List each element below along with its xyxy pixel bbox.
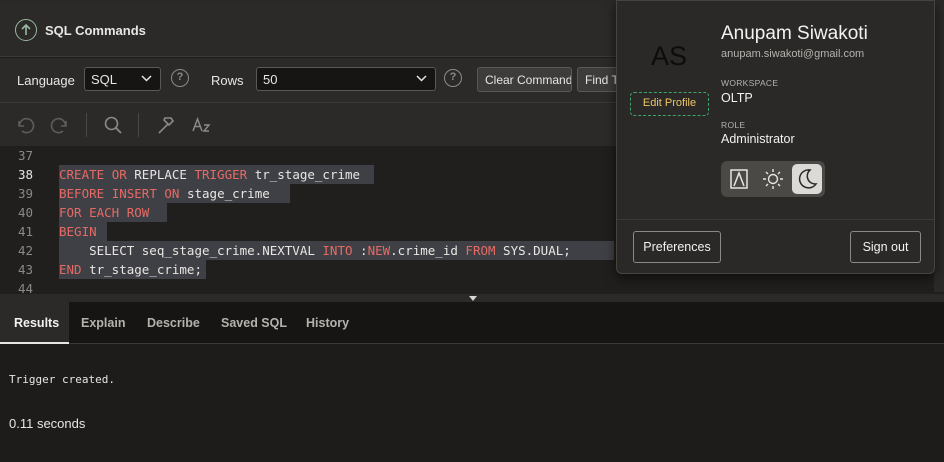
avatar: AS bbox=[651, 41, 688, 71]
results-panel: Trigger created. 0.11 seconds bbox=[0, 344, 944, 462]
line-number: 39 bbox=[17, 186, 33, 201]
line-number: 37 bbox=[17, 148, 33, 163]
language-value: SQL bbox=[91, 72, 118, 87]
edit-profile-button[interactable]: Edit Profile bbox=[630, 92, 709, 116]
rows-help-icon[interactable]: ? bbox=[444, 69, 462, 87]
chevron-down-icon bbox=[141, 72, 152, 87]
results-tabs: Results Explain Describe Saved SQL Histo… bbox=[0, 302, 944, 344]
role-value: Administrator bbox=[721, 132, 795, 146]
line-number: 38 bbox=[17, 167, 33, 182]
theme-switcher bbox=[721, 161, 825, 197]
line-number: 42 bbox=[17, 243, 33, 258]
chevron-down-icon bbox=[416, 72, 427, 87]
line-number: 41 bbox=[17, 224, 33, 239]
code-text: FOR EACH ROW bbox=[59, 205, 150, 220]
toolbar-divider bbox=[86, 113, 87, 137]
page-title: SQL Commands bbox=[45, 23, 146, 38]
moon-icon[interactable] bbox=[792, 164, 822, 194]
tab-history[interactable]: History bbox=[306, 302, 349, 344]
tab-saved-sql[interactable]: Saved SQL bbox=[221, 302, 287, 344]
rows-value: 50 bbox=[263, 72, 278, 87]
popup-divider bbox=[617, 219, 934, 220]
code-text: END tr_stage_crime; bbox=[59, 262, 202, 277]
toolbar-divider bbox=[138, 113, 139, 137]
find-tables-button[interactable]: Find T bbox=[577, 67, 619, 92]
tab-describe[interactable]: Describe bbox=[147, 302, 200, 344]
sun-icon[interactable] bbox=[758, 164, 788, 194]
workspace-value: OLTP bbox=[721, 91, 753, 105]
scrollbar[interactable] bbox=[934, 0, 944, 292]
search-icon[interactable] bbox=[102, 114, 124, 136]
profile-popup: AS Edit Profile Anupam Siwakoti anupam.s… bbox=[616, 0, 935, 274]
rows-select[interactable]: 50 bbox=[256, 67, 436, 91]
result-message: Trigger created. bbox=[9, 373, 115, 386]
role-label: ROLE bbox=[721, 120, 746, 130]
clear-command-button[interactable]: Clear Command bbox=[477, 67, 572, 92]
redo-icon[interactable] bbox=[49, 114, 71, 136]
preferences-button[interactable]: Preferences bbox=[633, 231, 721, 263]
undo-icon[interactable] bbox=[14, 114, 36, 136]
profile-name: Anupam Siwakoti bbox=[721, 23, 868, 44]
pane-splitter[interactable] bbox=[0, 294, 944, 302]
up-arrow-icon[interactable] bbox=[15, 19, 37, 41]
line-number: 40 bbox=[17, 205, 33, 220]
code-text: CREATE OR REPLACE TRIGGER tr_stage_crime bbox=[59, 167, 361, 182]
language-select[interactable]: SQL bbox=[84, 67, 161, 91]
contrast-icon[interactable] bbox=[724, 164, 754, 194]
code-text: BEGIN bbox=[59, 224, 97, 239]
language-help-icon[interactable]: ? bbox=[171, 69, 189, 87]
rows-label: Rows bbox=[211, 73, 244, 88]
code-text: BEFORE INSERT ON stage_crime bbox=[59, 186, 270, 201]
tab-results[interactable]: Results bbox=[0, 302, 69, 344]
tab-explain[interactable]: Explain bbox=[81, 302, 125, 344]
line-number: 43 bbox=[17, 262, 33, 277]
code-text: SELECT seq_stage_crime.NEXTVAL INTO :NEW… bbox=[59, 243, 571, 258]
text-case-icon[interactable] bbox=[191, 114, 213, 136]
language-label: Language bbox=[17, 73, 75, 88]
hammer-icon[interactable] bbox=[155, 114, 177, 136]
result-timing: 0.11 seconds bbox=[9, 416, 86, 431]
sign-out-button[interactable]: Sign out bbox=[850, 231, 921, 263]
workspace-label: WORKSPACE bbox=[721, 78, 779, 88]
profile-email: anupam.siwakoti@gmail.com bbox=[721, 48, 865, 60]
splitter-grip-icon[interactable] bbox=[469, 296, 477, 301]
